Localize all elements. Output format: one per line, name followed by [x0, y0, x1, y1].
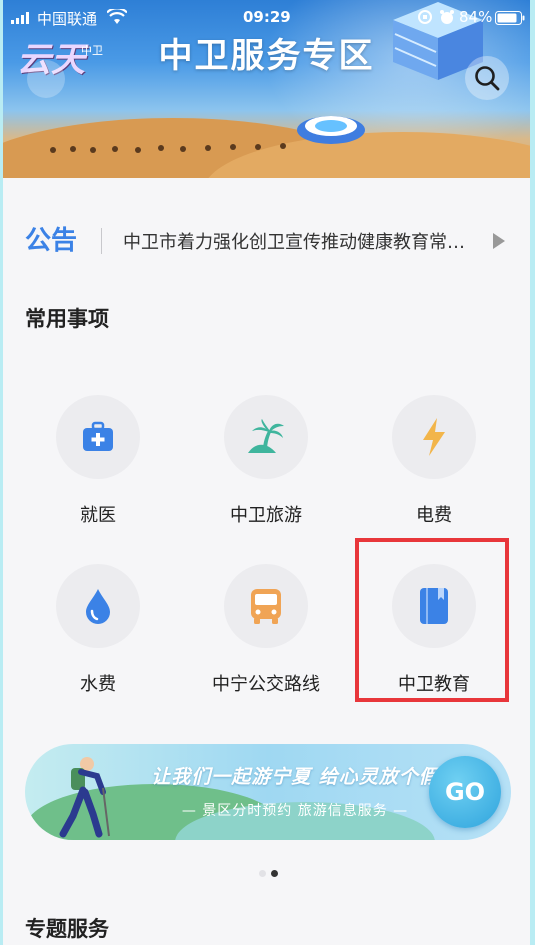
service-label: 中卫旅游 — [230, 505, 302, 526]
service-tourism[interactable]: 中卫旅游 — [182, 395, 350, 555]
lightning-icon — [423, 418, 445, 456]
carousel-dot-active[interactable] — [271, 870, 278, 877]
battery-icon — [495, 11, 525, 25]
search-button[interactable] — [465, 56, 509, 100]
alarm-icon — [440, 10, 454, 24]
service-label: 电费 — [416, 505, 452, 526]
signal-icon — [11, 12, 29, 24]
notice-divider — [101, 228, 102, 254]
medical-kit-icon — [83, 421, 113, 451]
carousel-dot[interactable] — [259, 870, 266, 877]
service-medical[interactable]: 就医 — [14, 395, 182, 555]
go-button[interactable]: GO — [429, 756, 501, 828]
play-arrow-icon[interactable] — [493, 233, 505, 249]
service-label: 水费 — [80, 674, 116, 695]
common-items-title: 常用事项 — [25, 307, 109, 331]
topics-title: 专题服务 — [25, 917, 109, 941]
notice-text[interactable]: 中卫市着力强化创卫宣传推动健康教育常… — [123, 228, 465, 254]
water-drop-icon — [86, 589, 110, 624]
hologram-platform-illustration — [297, 116, 365, 144]
service-label: 就医 — [80, 505, 116, 526]
header-banner: 中国联通 09:29 84% 云天 中卫 中卫服务专区 — [3, 0, 530, 178]
battery-percentage: 84% — [459, 8, 493, 26]
service-water[interactable]: 水费 — [14, 564, 182, 724]
phone-screen: 中国联通 09:29 84% 云天 中卫 中卫服务专区 公告 中卫市着力强化创卫… — [3, 0, 530, 945]
camel-caravan-illustration — [50, 143, 286, 153]
tourism-promo-banner[interactable]: 让我们一起游宁夏 给心灵放个假 — 景区分时预约 旅游信息服务 — GO — [25, 744, 511, 840]
search-icon — [475, 66, 500, 91]
promo-subtitle: — 景区分时预约 旅游信息服务 — — [181, 803, 409, 819]
palm-tree-icon — [248, 419, 284, 453]
clock: 09:29 — [243, 8, 291, 26]
notice-bar[interactable]: 公告 中卫市着力强化创卫宣传推动健康教育常… — [3, 178, 530, 296]
rotation-lock-icon — [418, 10, 432, 24]
page-title: 中卫服务专区 — [158, 36, 375, 76]
notice-label: 公告 — [25, 226, 78, 256]
highlight-box — [355, 538, 509, 702]
wifi-icon — [107, 9, 127, 24]
promo-slogan: 让我们一起游宁夏 给心灵放个假 — [151, 766, 439, 788]
service-label: 中宁公交路线 — [212, 674, 320, 695]
carousel-indicator — [255, 870, 285, 878]
service-electricity[interactable]: 电费 — [350, 395, 518, 555]
main-content: 公告 中卫市着力强化创卫宣传推动健康教育常… 常用事项 就医 中卫旅游 电费 水… — [3, 178, 530, 945]
service-bus[interactable]: 中宁公交路线 — [182, 564, 350, 724]
bus-icon — [251, 589, 281, 624]
carrier-name: 中国联通 — [37, 10, 98, 28]
hiker-illustration — [59, 757, 110, 838]
